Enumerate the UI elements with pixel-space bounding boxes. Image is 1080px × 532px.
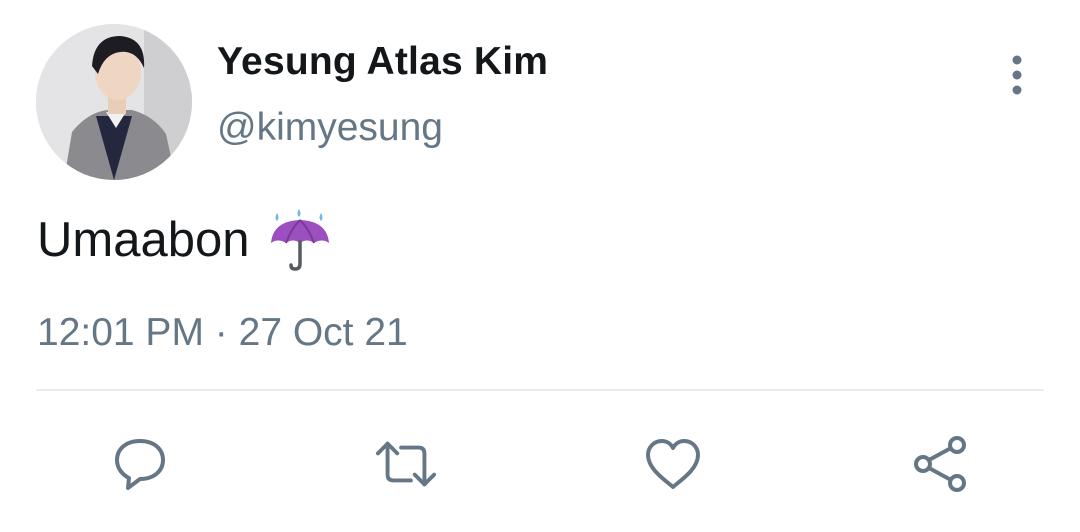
umbrella-with-rain-drops-icon [267,209,333,271]
tweet-date: 27 Oct 21 [238,311,408,354]
reply-icon [115,439,165,490]
share-button[interactable] [908,432,972,496]
display-name[interactable]: Yesung Atlas Kim [217,40,548,84]
share-icon [914,436,966,492]
retweet-button[interactable] [374,432,438,496]
user-handle[interactable]: @kimyesung [217,106,443,150]
tweet-body: Umaabon [37,213,250,267]
profile-photo [36,24,192,180]
avatar[interactable] [36,24,192,180]
tweet-timestamp: 12:01 PM · 27 Oct 21 [37,311,408,355]
tweet-time: 12:01 PM [37,311,204,354]
retweet-icon [375,441,437,487]
more-options-button[interactable] [996,52,1038,100]
tweet-text: Umaabon [37,209,333,271]
reply-button[interactable] [108,432,172,496]
timestamp-separator: · [214,311,228,354]
like-icon [646,439,700,489]
like-button[interactable] [641,432,705,496]
more-vertical-icon [1012,55,1022,95]
divider [36,389,1044,391]
